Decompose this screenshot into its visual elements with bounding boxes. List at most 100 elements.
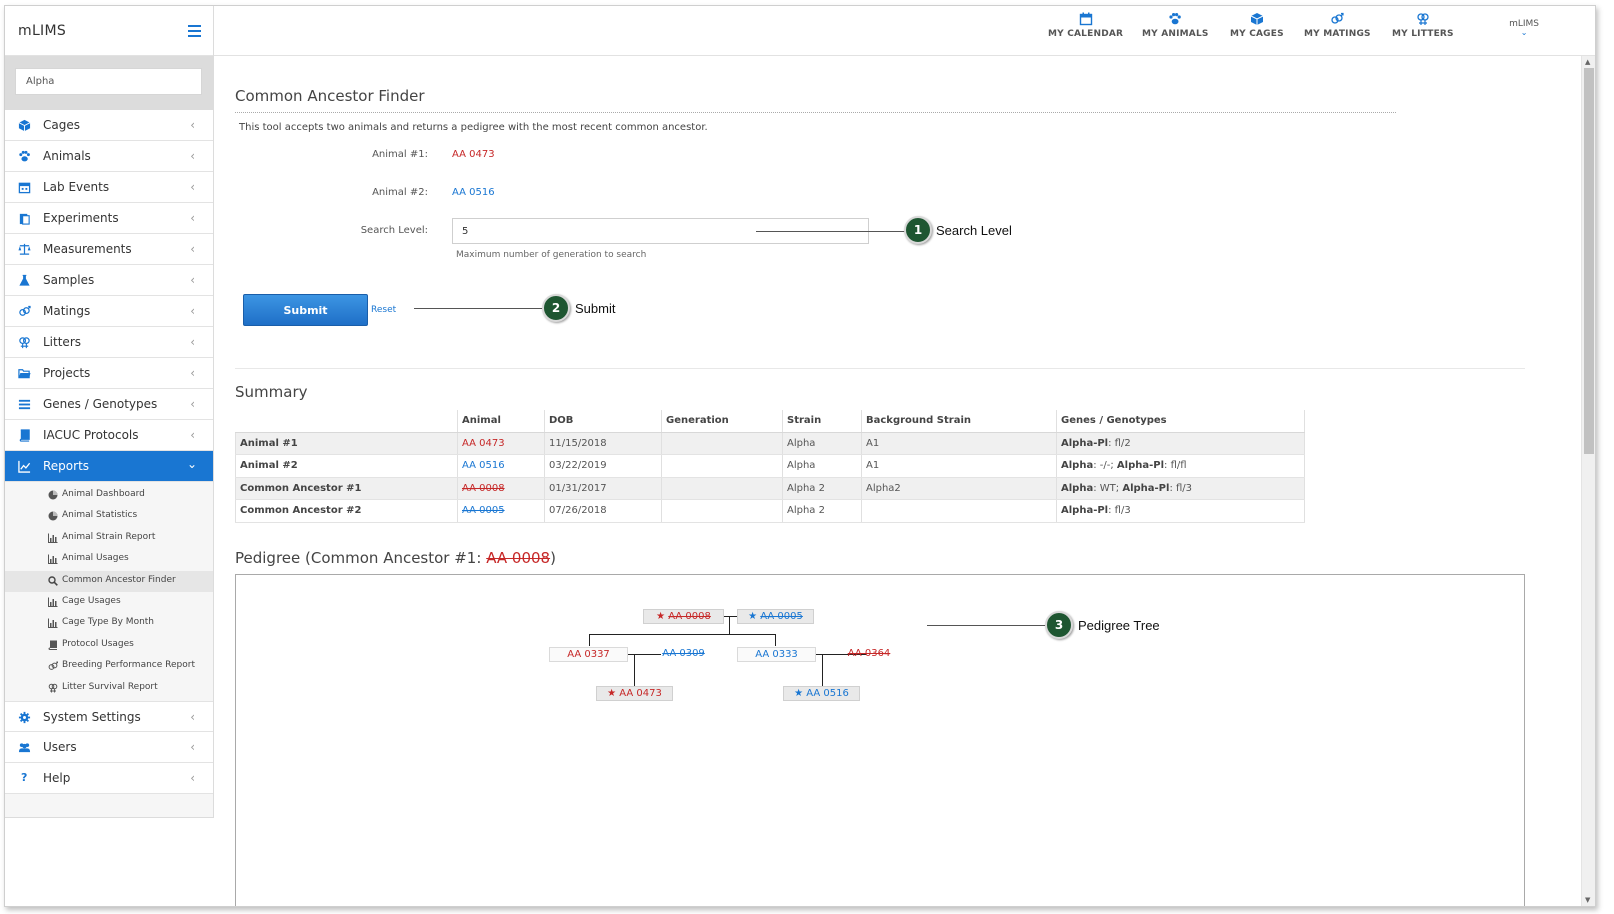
- sidebar-item-label: Help: [43, 770, 71, 785]
- strain-cell: Alpha 2: [782, 499, 862, 523]
- sidebar-item-label: Reports: [43, 459, 90, 473]
- menu-toggle-icon[interactable]: [188, 25, 201, 37]
- mating-icon: [1331, 12, 1344, 24]
- sidebar-item-measurements[interactable]: Measurements ‹: [5, 234, 213, 265]
- sidebar-item-experiments[interactable]: Experiments ‹: [5, 203, 213, 234]
- pedigree-node-0473[interactable]: ★ AA 0473: [596, 686, 673, 701]
- sidebar-item-label: Animals: [43, 149, 91, 163]
- column-header: Background Strain: [861, 410, 1057, 433]
- pedigree-node-0337[interactable]: AA 0337: [549, 647, 628, 662]
- animal2-link[interactable]: AA 0516: [452, 187, 495, 198]
- users-icon: [18, 743, 31, 753]
- sidebar-item-matings[interactable]: Matings ‹: [5, 296, 213, 327]
- flask-icon: [19, 274, 30, 286]
- table-row: Common Ancestor #1 AA 0008 01/31/2017 Al…: [235, 477, 1305, 500]
- sidebar-item-label: Cages: [43, 118, 80, 132]
- submenu-item-cage-usages[interactable]: Cage Usages: [5, 592, 213, 613]
- generation-cell: [661, 477, 783, 500]
- submenu-item-label: Animal Usages: [62, 553, 129, 564]
- submenu-item-cage-type-by-month[interactable]: Cage Type By Month: [5, 613, 213, 634]
- background-strain-cell: A1: [861, 432, 1057, 455]
- nav-my-animals[interactable]: MY ANIMALS: [1142, 12, 1209, 39]
- sidebar-item-system-settings[interactable]: System Settings ‹: [5, 700, 213, 732]
- pedigree-node-ca2[interactable]: ★ AA 0005: [737, 609, 814, 624]
- summary-table: Animal DOB Generation Strain Background …: [235, 410, 1305, 523]
- row-label: Common Ancestor #2: [235, 499, 458, 523]
- brand-name: mLIMS: [18, 23, 67, 39]
- callout-label: Pedigree Tree: [1078, 618, 1160, 633]
- scrollbar-thumb[interactable]: [1584, 68, 1594, 454]
- submenu-item-common-ancestor-finder[interactable]: Common Ancestor Finder: [5, 570, 213, 592]
- column-header: [235, 410, 458, 433]
- submenu-item-litter-survival-report[interactable]: Litter Survival Report: [5, 678, 213, 699]
- nav-my-calendar[interactable]: MY CALENDAR: [1048, 12, 1123, 39]
- tree-connector: [822, 654, 823, 687]
- sidebar-item-projects[interactable]: Projects ‹: [5, 358, 213, 389]
- pedigree-node-0516[interactable]: ★ AA 0516: [783, 686, 860, 701]
- user-menu[interactable]: mLIMS ⌄: [1509, 19, 1539, 37]
- scroll-up-icon[interactable]: ▲: [1585, 58, 1590, 66]
- sidebar-item-label: Measurements: [43, 242, 132, 256]
- sidebar-item-animals[interactable]: Animals ‹: [5, 141, 213, 172]
- submit-button[interactable]: Submit: [243, 294, 368, 326]
- sidebar-item-help[interactable]: ? Help ‹: [5, 762, 213, 794]
- chevron-left-icon: ‹: [190, 739, 195, 754]
- sidebar-item-genes-genotypes[interactable]: Genes / Genotypes ‹: [5, 389, 213, 420]
- table-header-row: Animal DOB Generation Strain Background …: [235, 410, 1305, 433]
- scale-icon: [18, 243, 31, 255]
- bar-chart-icon: [48, 554, 58, 565]
- nav-my-matings[interactable]: MY MATINGS: [1304, 12, 1371, 39]
- brand-bar: mLIMS: [5, 6, 213, 56]
- paw-icon: [1169, 13, 1182, 25]
- submenu-item-animal-usages[interactable]: Animal Usages: [5, 549, 213, 570]
- genes-cell: Alpha-Pl: fl/2: [1056, 432, 1305, 455]
- top-navbar: MY CALENDAR MY ANIMALS MY CAGES MY MATIN…: [214, 6, 1595, 56]
- submenu-item-breeding-performance-report[interactable]: Breeding Performance Report: [5, 656, 213, 677]
- sidebar-item-litters[interactable]: Litters ‹: [5, 327, 213, 358]
- pedigree-node-0309[interactable]: AA 0309: [661, 647, 706, 662]
- column-header: Strain: [782, 410, 862, 433]
- pedigree-node-ca1[interactable]: ★ AA 0008: [643, 609, 724, 624]
- calendar-icon: [18, 182, 31, 194]
- nav-label: MY MATINGS: [1304, 29, 1371, 39]
- submenu-item-protocol-usages[interactable]: Protocol Usages: [5, 635, 213, 656]
- clipboard-icon: [19, 213, 30, 225]
- submenu-item-animal-statistics[interactable]: Animal Statistics: [5, 506, 213, 527]
- chart-icon: [18, 460, 31, 473]
- reset-link[interactable]: Reset: [371, 305, 396, 315]
- dob-cell: 07/26/2018: [544, 499, 662, 523]
- sidebar-item-users[interactable]: Users ‹: [5, 731, 213, 763]
- sidebar-search-input[interactable]: [15, 68, 202, 95]
- animal1-link[interactable]: AA 0473: [452, 149, 495, 160]
- section-divider: [235, 368, 1525, 369]
- submenu-item-animal-strain-report[interactable]: Animal Strain Report: [5, 528, 213, 549]
- nav-my-cages[interactable]: MY CAGES: [1230, 12, 1284, 39]
- animal-link[interactable]: AA 0008: [462, 483, 505, 494]
- page-title: Common Ancestor Finder: [235, 87, 425, 105]
- chevron-left-icon: ‹: [190, 180, 195, 194]
- table-row: Animal #2 AA 0516 03/22/2019 Alpha A1 Al…: [235, 454, 1305, 478]
- nav-my-litters[interactable]: MY LITTERS: [1392, 12, 1454, 39]
- pedigree-tree: ★ AA 0008 ★ AA 0005 AA 0337 AA 0309 AA 0…: [235, 574, 1525, 906]
- sidebar-menu: Cages ‹ Animals ‹ Lab Events ‹ Experimen…: [5, 110, 213, 794]
- scroll-down-icon[interactable]: ▼: [1585, 896, 1590, 904]
- sidebar-item-iacuc-protocols[interactable]: IACUC Protocols ‹: [5, 420, 213, 451]
- row-label: Animal #1: [235, 432, 458, 455]
- chevron-left-icon: ‹: [190, 118, 195, 132]
- chevron-left-icon: ‹: [190, 211, 195, 225]
- animal-link[interactable]: AA 0516: [462, 460, 505, 471]
- sidebar-item-lab-events[interactable]: Lab Events ‹: [5, 172, 213, 203]
- nav-label: MY CALENDAR: [1048, 29, 1124, 39]
- animal-link[interactable]: AA 0005: [462, 505, 505, 516]
- callout-label: Submit: [575, 301, 616, 316]
- chevron-left-icon: ‹: [190, 335, 195, 349]
- sidebar-item-cages[interactable]: Cages ‹: [5, 110, 213, 141]
- sidebar-item-samples[interactable]: Samples ‹: [5, 265, 213, 296]
- pedigree-node-0364[interactable]: AA 0364: [844, 647, 894, 662]
- submenu-item-animal-dashboard[interactable]: Animal Dashboard: [5, 485, 213, 506]
- table-row: Animal #1 AA 0473 11/15/2018 Alpha A1 Al…: [235, 432, 1305, 455]
- sidebar-item-reports[interactable]: Reports ⌄: [5, 451, 213, 482]
- animal-link[interactable]: AA 0473: [462, 438, 505, 449]
- pedigree-node-0333[interactable]: AA 0333: [737, 647, 816, 662]
- row-label: Common Ancestor #1: [235, 477, 458, 500]
